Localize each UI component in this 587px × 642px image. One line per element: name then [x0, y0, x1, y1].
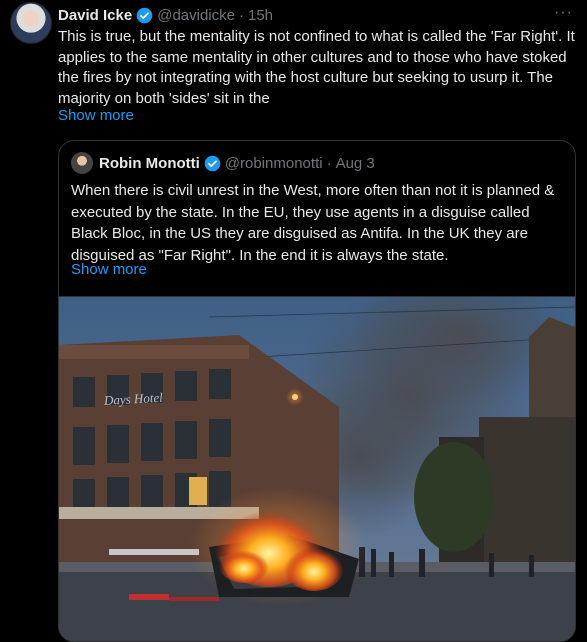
quoted-show-more-link[interactable]: Show more — [71, 261, 147, 278]
verified-badge-icon — [204, 155, 221, 171]
timestamp[interactable]: 15h — [248, 7, 273, 24]
quoted-photo[interactable]: Days Hotel — [59, 296, 575, 642]
separator-dot: · — [326, 154, 332, 172]
quoted-tweet[interactable]: Robin Monotti @robinmonotti · Aug 3 When… — [58, 140, 576, 642]
tweet-text: This is true, but the mentality is not c… — [58, 28, 575, 107]
quoted-date: Aug 3 — [335, 154, 375, 172]
show-more-link[interactable]: Show more — [58, 107, 134, 124]
author-handle[interactable]: @davidicke — [157, 7, 235, 24]
author-name[interactable]: David Icke — [58, 7, 132, 24]
more-options-icon[interactable]: ··· — [554, 4, 573, 22]
quoted-header: Robin Monotti @robinmonotti · Aug 3 — [99, 152, 375, 174]
quoted-author-name: Robin Monotti — [99, 154, 200, 172]
tweet-header: David Icke @davidicke · 15h ··· — [58, 4, 573, 26]
verified-badge-icon — [136, 7, 153, 23]
quoted-author-handle: @robinmonotti — [224, 154, 323, 172]
separator-dot: · — [238, 6, 244, 24]
quoted-text: When there is civil unrest in the West, … — [71, 182, 555, 264]
quoted-avatar — [71, 152, 93, 174]
building-sign-text: Days Hotel — [103, 390, 164, 408]
avatar[interactable] — [10, 2, 52, 44]
